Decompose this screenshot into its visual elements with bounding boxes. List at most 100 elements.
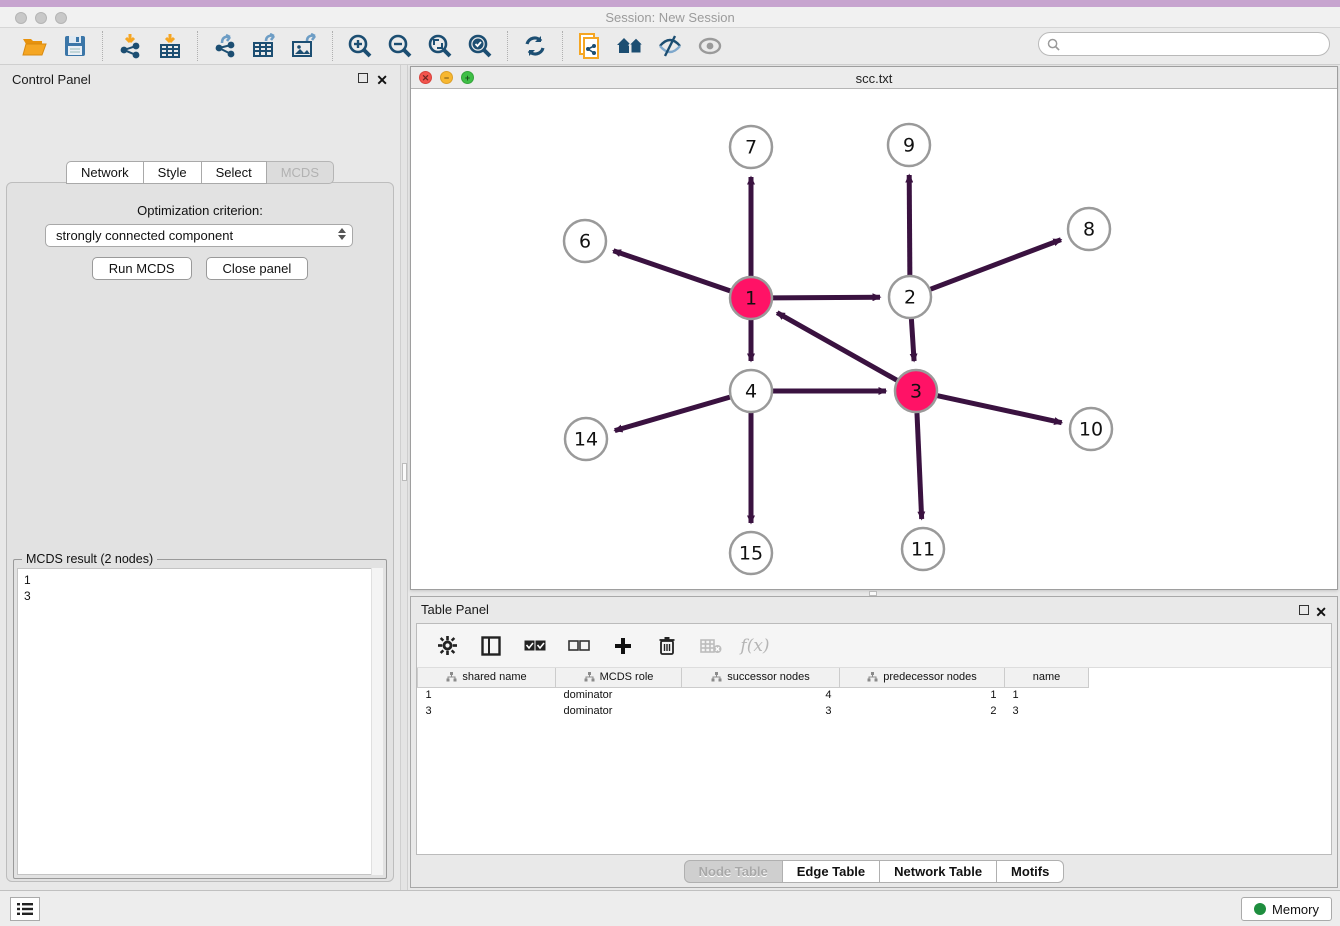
window-titlebar[interactable]: Session: New Session	[0, 7, 1340, 28]
graph-edge-2-8[interactable]	[931, 240, 1061, 290]
show-panels-icon[interactable]	[693, 31, 727, 61]
network-graph[interactable]: 7968124314101511	[411, 89, 1337, 590]
network-window-titlebar[interactable]: ✕ − + scc.txt	[411, 67, 1337, 89]
graph-edge-1-6[interactable]	[613, 251, 730, 291]
delete-column-icon[interactable]	[655, 634, 679, 658]
vertical-splitter[interactable]	[400, 65, 408, 890]
tab-node-table[interactable]: Node Table	[684, 860, 783, 883]
column-header-predecessor-nodes[interactable]: predecessor nodes	[840, 668, 1005, 687]
zoom-fit-icon[interactable]	[423, 31, 457, 61]
cell-predecessor-nodes[interactable]: 2	[840, 703, 1005, 719]
zoom-selected-icon[interactable]	[463, 31, 497, 61]
float-panel-icon[interactable]	[358, 72, 368, 86]
network-canvas[interactable]: 7968124314101511	[411, 89, 1337, 589]
select-all-icon[interactable]	[523, 634, 547, 658]
network-window[interactable]: ✕ − + scc.txt 7968124314101511	[410, 66, 1338, 590]
graph-edge-3-10[interactable]	[937, 396, 1061, 423]
network-desktop: ✕ − + scc.txt 7968124314101511 Table Pan…	[408, 65, 1340, 890]
mcds-result-group: MCDS result (2 nodes) 1 3	[13, 559, 387, 879]
table-close-icon[interactable]: ✕	[1315, 604, 1327, 621]
home-icon[interactable]	[613, 31, 647, 61]
import-table-icon[interactable]	[153, 31, 187, 61]
graph-node-label-14: 14	[574, 429, 598, 451]
attribute-icon	[446, 672, 457, 682]
column-header-MCDS-role[interactable]: MCDS role	[556, 668, 682, 687]
graph-edge-3-11[interactable]	[917, 413, 922, 519]
mcds-result-textarea[interactable]: 1 3	[17, 568, 383, 875]
export-image-icon[interactable]	[288, 31, 322, 61]
graph-edge-2-3[interactable]	[911, 319, 914, 361]
table-panel[interactable]: Table Panel ✕	[410, 596, 1338, 888]
column-header-shared-name[interactable]: shared name	[418, 668, 556, 687]
hide-panels-icon[interactable]	[653, 31, 687, 61]
graph-node-label-10: 10	[1079, 419, 1103, 441]
cell-MCDS-role[interactable]: dominator	[556, 687, 682, 703]
criterion-select[interactable]: strongly connected component	[45, 224, 353, 247]
cell-successor-nodes[interactable]: 4	[682, 687, 840, 703]
tab-style[interactable]: Style	[144, 161, 202, 184]
zoom-out-icon[interactable]	[383, 31, 417, 61]
tab-select[interactable]: Select	[202, 161, 267, 184]
export-table-icon[interactable]	[248, 31, 282, 61]
graph-node-label-1: 1	[745, 288, 757, 310]
column-header-successor-nodes[interactable]: successor nodes	[682, 668, 840, 687]
open-session-icon[interactable]	[18, 31, 52, 61]
graph-node-label-2: 2	[904, 287, 916, 309]
tab-network-table[interactable]: Network Table	[880, 860, 997, 883]
save-session-icon[interactable]	[58, 31, 92, 61]
cell-shared-name[interactable]: 3	[418, 703, 556, 719]
graph-node-label-15: 15	[739, 543, 763, 565]
search-icon	[1047, 38, 1060, 51]
mcds-result-title: MCDS result (2 nodes)	[22, 552, 157, 566]
tab-mcds[interactable]: MCDS	[267, 161, 334, 184]
graph-node-label-11: 11	[911, 539, 935, 561]
cell-shared-name[interactable]: 1	[418, 687, 556, 703]
close-panel-icon[interactable]: ✕	[376, 72, 388, 89]
column-header-name[interactable]: name	[1005, 668, 1089, 687]
task-history-button[interactable]	[10, 897, 40, 921]
cell-predecessor-nodes[interactable]: 1	[840, 687, 1005, 703]
vertical-splitter-handle[interactable]	[402, 463, 407, 481]
run-mcds-button[interactable]: Run MCDS	[92, 257, 192, 280]
tab-motifs[interactable]: Motifs	[997, 860, 1064, 883]
memory-button[interactable]: Memory	[1241, 897, 1332, 921]
graph-edge-2-9[interactable]	[909, 175, 910, 275]
import-network-icon[interactable]	[113, 31, 147, 61]
add-column-icon[interactable]	[611, 634, 635, 658]
attribute-icon	[867, 672, 878, 682]
criterion-selected-value: strongly connected component	[56, 228, 233, 243]
cell-name[interactable]: 1	[1005, 687, 1089, 703]
cell-MCDS-role[interactable]: dominator	[556, 703, 682, 719]
refresh-icon[interactable]	[518, 31, 552, 61]
graph-edge-4-14[interactable]	[615, 397, 730, 430]
optimization-criterion-label: Optimization criterion:	[7, 203, 393, 218]
column-chooser-icon[interactable]	[479, 634, 503, 658]
search-input[interactable]	[1064, 37, 1329, 51]
table-row[interactable]: 1dominator411	[418, 687, 1332, 703]
graph-edge-1-2[interactable]	[773, 297, 880, 298]
zoom-in-icon[interactable]	[343, 31, 377, 61]
result-scrollbar[interactable]	[371, 568, 383, 875]
header-filler	[1089, 668, 1332, 687]
cell-name[interactable]: 3	[1005, 703, 1089, 719]
cell-successor-nodes[interactable]: 3	[682, 703, 840, 719]
graph-node-label-7: 7	[745, 137, 757, 159]
table-row[interactable]: 3dominator323	[418, 703, 1332, 719]
graph-edge-3-1[interactable]	[777, 313, 897, 380]
table-float-icon[interactable]	[1299, 604, 1309, 618]
select-stepper-icon	[338, 228, 346, 240]
node-table-container: f(x) shared nameMCDS rolesuccessor nodes…	[416, 623, 1332, 855]
tab-network[interactable]: Network	[66, 161, 144, 184]
tab-edge-table[interactable]: Edge Table	[783, 860, 880, 883]
gear-icon[interactable]	[435, 634, 459, 658]
deselect-all-icon[interactable]	[567, 634, 591, 658]
memory-status-icon	[1254, 903, 1266, 915]
graph-node-label-9: 9	[903, 135, 915, 157]
clone-network-icon[interactable]	[573, 31, 607, 61]
search-field[interactable]	[1038, 32, 1330, 56]
memory-label: Memory	[1272, 902, 1319, 917]
close-panel-button[interactable]: Close panel	[206, 257, 309, 280]
export-network-icon[interactable]	[208, 31, 242, 61]
control-panel-tabs: NetworkStyleSelectMCDS	[0, 161, 400, 184]
delete-table-icon	[699, 634, 723, 658]
